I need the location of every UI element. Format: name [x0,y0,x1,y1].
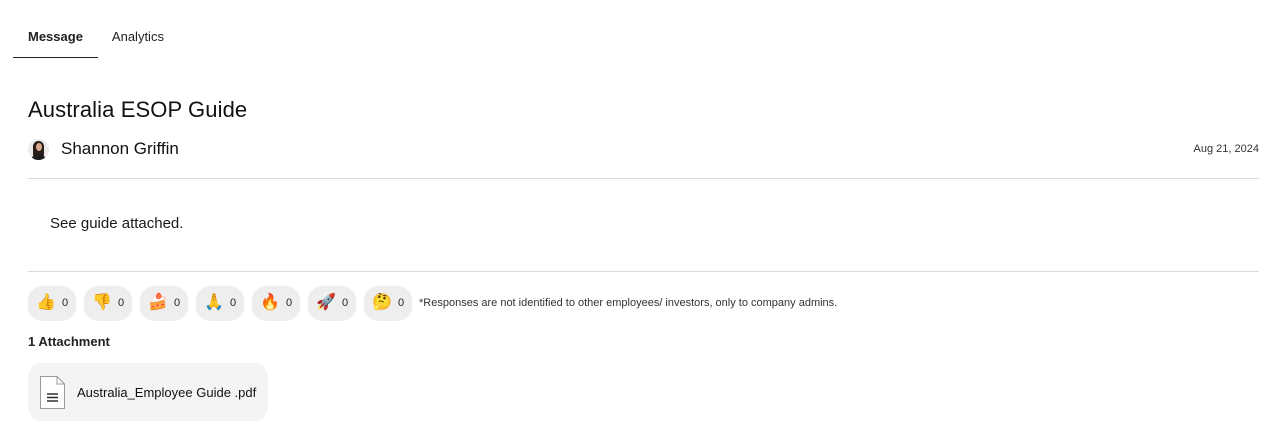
reaction-fire-button[interactable]: 🔥 0 [252,285,300,321]
reactions-privacy-note: *Responses are not identified to other e… [419,297,838,309]
attachments-heading: 1 Attachment [28,334,110,349]
page-title: Australia ESOP Guide [28,97,248,122]
reaction-count: 0 [117,297,125,309]
reaction-count: 0 [229,297,237,309]
reaction-count: 0 [397,297,405,309]
tab-analytics[interactable]: Analytics [98,18,179,58]
reaction-thumbs-up-button[interactable]: 👍 0 [28,285,76,321]
fire-icon: 🔥 [259,294,280,311]
reaction-thinking-face-button[interactable]: 🤔 0 [364,285,412,321]
tab-message[interactable]: Message [13,18,98,58]
divider [28,271,1259,272]
message-body: See guide attached. [50,215,184,232]
author-row: Shannon Griffin Aug 21, 2024 [28,137,1259,161]
thumbs-up-icon: 👍 [35,294,56,311]
attachment-card[interactable]: Australia_Employee Guide .pdf [28,363,268,421]
reaction-rocket-button[interactable]: 🚀 0 [308,285,356,321]
author-name: Shannon Griffin [61,139,179,158]
reaction-cake-button[interactable]: 🍰 0 [140,285,188,321]
attachment-file-name: Australia_Employee Guide .pdf [77,384,257,400]
reaction-thumbs-down-button[interactable]: 👎 0 [84,285,132,321]
thumbs-down-icon: 👎 [91,294,112,311]
reaction-praying-hands-button[interactable]: 🙏 0 [196,285,244,321]
reaction-count: 0 [341,297,349,309]
tab-bar: Message Analytics [13,18,179,58]
cake-icon: 🍰 [147,294,168,311]
reactions-bar: 👍 0 👎 0 🍰 0 🙏 0 🔥 0 🚀 0 🤔 0 *Responses a… [28,285,837,321]
reaction-count: 0 [61,297,69,309]
praying-hands-icon: 🙏 [203,294,224,311]
avatar [28,138,49,160]
rocket-icon: 🚀 [315,294,336,311]
reaction-count: 0 [173,297,181,309]
post-date: Aug 21, 2024 [1193,143,1259,155]
divider [28,178,1259,179]
thinking-face-icon: 🤔 [371,294,392,311]
document-icon [39,375,66,410]
reaction-count: 0 [285,297,293,309]
